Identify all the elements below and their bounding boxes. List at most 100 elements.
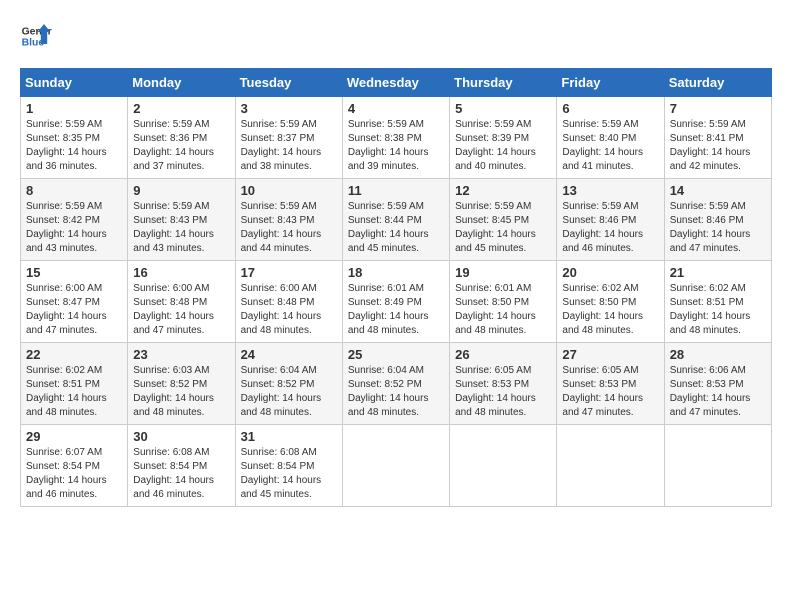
day-info: Sunrise: 5:59 AMSunset: 8:46 PMDaylight:… bbox=[562, 201, 643, 254]
day-number: 27 bbox=[562, 347, 658, 362]
day-cell: 2 Sunrise: 5:59 AMSunset: 8:36 PMDayligh… bbox=[128, 97, 235, 179]
day-info: Sunrise: 6:01 AMSunset: 8:50 PMDaylight:… bbox=[455, 283, 536, 336]
day-cell: 11 Sunrise: 5:59 AMSunset: 8:44 PMDaylig… bbox=[342, 179, 449, 261]
day-number: 25 bbox=[348, 347, 444, 362]
day-cell: 27 Sunrise: 6:05 AMSunset: 8:53 PMDaylig… bbox=[557, 343, 664, 425]
day-number: 9 bbox=[133, 183, 229, 198]
header-sunday: Sunday bbox=[21, 69, 128, 97]
header: General Blue bbox=[20, 20, 772, 52]
day-number: 23 bbox=[133, 347, 229, 362]
header-row: SundayMondayTuesdayWednesdayThursdayFrid… bbox=[21, 69, 772, 97]
week-row-1: 1 Sunrise: 5:59 AMSunset: 8:35 PMDayligh… bbox=[21, 97, 772, 179]
day-cell bbox=[342, 425, 449, 507]
logo: General Blue bbox=[20, 20, 52, 52]
day-cell bbox=[557, 425, 664, 507]
day-number: 21 bbox=[670, 265, 766, 280]
week-row-3: 15 Sunrise: 6:00 AMSunset: 8:47 PMDaylig… bbox=[21, 261, 772, 343]
day-number: 19 bbox=[455, 265, 551, 280]
day-cell: 1 Sunrise: 5:59 AMSunset: 8:35 PMDayligh… bbox=[21, 97, 128, 179]
day-cell: 13 Sunrise: 5:59 AMSunset: 8:46 PMDaylig… bbox=[557, 179, 664, 261]
day-cell: 12 Sunrise: 5:59 AMSunset: 8:45 PMDaylig… bbox=[450, 179, 557, 261]
day-info: Sunrise: 6:04 AMSunset: 8:52 PMDaylight:… bbox=[348, 365, 429, 418]
day-info: Sunrise: 6:02 AMSunset: 8:51 PMDaylight:… bbox=[670, 283, 751, 336]
header-wednesday: Wednesday bbox=[342, 69, 449, 97]
day-info: Sunrise: 6:08 AMSunset: 8:54 PMDaylight:… bbox=[133, 447, 214, 500]
day-cell: 8 Sunrise: 5:59 AMSunset: 8:42 PMDayligh… bbox=[21, 179, 128, 261]
day-cell: 31 Sunrise: 6:08 AMSunset: 8:54 PMDaylig… bbox=[235, 425, 342, 507]
day-info: Sunrise: 5:59 AMSunset: 8:36 PMDaylight:… bbox=[133, 119, 214, 172]
day-cell: 29 Sunrise: 6:07 AMSunset: 8:54 PMDaylig… bbox=[21, 425, 128, 507]
day-cell bbox=[664, 425, 771, 507]
day-info: Sunrise: 6:02 AMSunset: 8:50 PMDaylight:… bbox=[562, 283, 643, 336]
day-cell: 22 Sunrise: 6:02 AMSunset: 8:51 PMDaylig… bbox=[21, 343, 128, 425]
day-info: Sunrise: 6:00 AMSunset: 8:47 PMDaylight:… bbox=[26, 283, 107, 336]
day-number: 28 bbox=[670, 347, 766, 362]
day-number: 11 bbox=[348, 183, 444, 198]
day-info: Sunrise: 5:59 AMSunset: 8:41 PMDaylight:… bbox=[670, 119, 751, 172]
day-number: 20 bbox=[562, 265, 658, 280]
day-info: Sunrise: 5:59 AMSunset: 8:37 PMDaylight:… bbox=[241, 119, 322, 172]
day-number: 31 bbox=[241, 429, 337, 444]
day-number: 18 bbox=[348, 265, 444, 280]
day-number: 24 bbox=[241, 347, 337, 362]
day-cell: 19 Sunrise: 6:01 AMSunset: 8:50 PMDaylig… bbox=[450, 261, 557, 343]
day-cell: 25 Sunrise: 6:04 AMSunset: 8:52 PMDaylig… bbox=[342, 343, 449, 425]
day-cell: 28 Sunrise: 6:06 AMSunset: 8:53 PMDaylig… bbox=[664, 343, 771, 425]
day-info: Sunrise: 5:59 AMSunset: 8:38 PMDaylight:… bbox=[348, 119, 429, 172]
day-number: 6 bbox=[562, 101, 658, 116]
day-number: 14 bbox=[670, 183, 766, 198]
day-cell: 7 Sunrise: 5:59 AMSunset: 8:41 PMDayligh… bbox=[664, 97, 771, 179]
day-cell: 14 Sunrise: 5:59 AMSunset: 8:46 PMDaylig… bbox=[664, 179, 771, 261]
day-cell: 30 Sunrise: 6:08 AMSunset: 8:54 PMDaylig… bbox=[128, 425, 235, 507]
day-number: 29 bbox=[26, 429, 122, 444]
day-cell: 18 Sunrise: 6:01 AMSunset: 8:49 PMDaylig… bbox=[342, 261, 449, 343]
week-row-4: 22 Sunrise: 6:02 AMSunset: 8:51 PMDaylig… bbox=[21, 343, 772, 425]
day-info: Sunrise: 6:01 AMSunset: 8:49 PMDaylight:… bbox=[348, 283, 429, 336]
day-cell: 6 Sunrise: 5:59 AMSunset: 8:40 PMDayligh… bbox=[557, 97, 664, 179]
day-number: 26 bbox=[455, 347, 551, 362]
day-cell: 3 Sunrise: 5:59 AMSunset: 8:37 PMDayligh… bbox=[235, 97, 342, 179]
day-info: Sunrise: 5:59 AMSunset: 8:43 PMDaylight:… bbox=[241, 201, 322, 254]
day-info: Sunrise: 5:59 AMSunset: 8:45 PMDaylight:… bbox=[455, 201, 536, 254]
day-info: Sunrise: 6:05 AMSunset: 8:53 PMDaylight:… bbox=[455, 365, 536, 418]
day-number: 12 bbox=[455, 183, 551, 198]
day-info: Sunrise: 6:05 AMSunset: 8:53 PMDaylight:… bbox=[562, 365, 643, 418]
logo-icon: General Blue bbox=[20, 20, 52, 52]
day-number: 30 bbox=[133, 429, 229, 444]
header-saturday: Saturday bbox=[664, 69, 771, 97]
day-info: Sunrise: 6:08 AMSunset: 8:54 PMDaylight:… bbox=[241, 447, 322, 500]
day-number: 17 bbox=[241, 265, 337, 280]
day-info: Sunrise: 5:59 AMSunset: 8:46 PMDaylight:… bbox=[670, 201, 751, 254]
day-number: 3 bbox=[241, 101, 337, 116]
day-number: 15 bbox=[26, 265, 122, 280]
day-cell: 9 Sunrise: 5:59 AMSunset: 8:43 PMDayligh… bbox=[128, 179, 235, 261]
day-info: Sunrise: 6:00 AMSunset: 8:48 PMDaylight:… bbox=[241, 283, 322, 336]
day-cell: 17 Sunrise: 6:00 AMSunset: 8:48 PMDaylig… bbox=[235, 261, 342, 343]
day-number: 5 bbox=[455, 101, 551, 116]
day-cell: 23 Sunrise: 6:03 AMSunset: 8:52 PMDaylig… bbox=[128, 343, 235, 425]
day-info: Sunrise: 5:59 AMSunset: 8:43 PMDaylight:… bbox=[133, 201, 214, 254]
day-number: 1 bbox=[26, 101, 122, 116]
day-cell: 10 Sunrise: 5:59 AMSunset: 8:43 PMDaylig… bbox=[235, 179, 342, 261]
day-info: Sunrise: 5:59 AMSunset: 8:44 PMDaylight:… bbox=[348, 201, 429, 254]
day-info: Sunrise: 6:00 AMSunset: 8:48 PMDaylight:… bbox=[133, 283, 214, 336]
day-number: 7 bbox=[670, 101, 766, 116]
day-info: Sunrise: 6:06 AMSunset: 8:53 PMDaylight:… bbox=[670, 365, 751, 418]
day-cell: 24 Sunrise: 6:04 AMSunset: 8:52 PMDaylig… bbox=[235, 343, 342, 425]
day-info: Sunrise: 5:59 AMSunset: 8:39 PMDaylight:… bbox=[455, 119, 536, 172]
day-number: 13 bbox=[562, 183, 658, 198]
day-info: Sunrise: 5:59 AMSunset: 8:42 PMDaylight:… bbox=[26, 201, 107, 254]
day-cell: 15 Sunrise: 6:00 AMSunset: 8:47 PMDaylig… bbox=[21, 261, 128, 343]
day-number: 22 bbox=[26, 347, 122, 362]
day-info: Sunrise: 6:03 AMSunset: 8:52 PMDaylight:… bbox=[133, 365, 214, 418]
day-cell: 5 Sunrise: 5:59 AMSunset: 8:39 PMDayligh… bbox=[450, 97, 557, 179]
day-info: Sunrise: 6:04 AMSunset: 8:52 PMDaylight:… bbox=[241, 365, 322, 418]
header-friday: Friday bbox=[557, 69, 664, 97]
day-cell: 4 Sunrise: 5:59 AMSunset: 8:38 PMDayligh… bbox=[342, 97, 449, 179]
day-cell: 16 Sunrise: 6:00 AMSunset: 8:48 PMDaylig… bbox=[128, 261, 235, 343]
day-cell: 26 Sunrise: 6:05 AMSunset: 8:53 PMDaylig… bbox=[450, 343, 557, 425]
day-info: Sunrise: 5:59 AMSunset: 8:40 PMDaylight:… bbox=[562, 119, 643, 172]
day-cell bbox=[450, 425, 557, 507]
day-number: 8 bbox=[26, 183, 122, 198]
day-info: Sunrise: 6:02 AMSunset: 8:51 PMDaylight:… bbox=[26, 365, 107, 418]
